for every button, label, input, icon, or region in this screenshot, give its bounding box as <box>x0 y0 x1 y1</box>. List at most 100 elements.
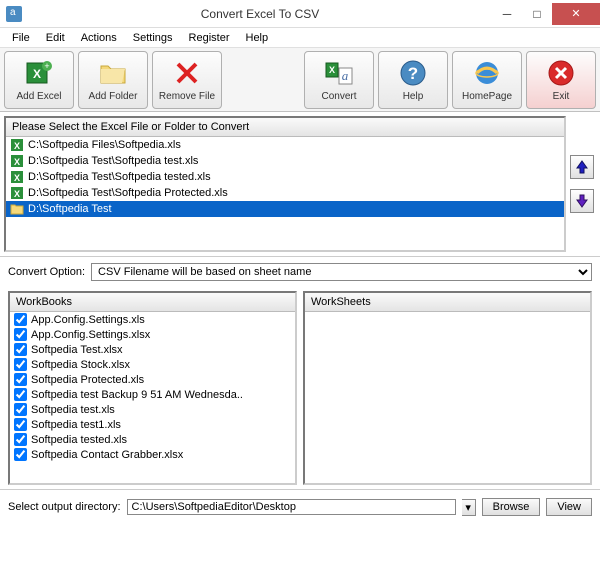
file-list[interactable]: Please Select the Excel File or Folder t… <box>4 116 566 252</box>
excel-file-icon: X <box>10 170 24 184</box>
workbook-name: Softpedia Protected.xls <box>31 374 144 386</box>
svg-text:X: X <box>14 189 20 199</box>
workbook-item[interactable]: Softpedia tested.xls <box>10 432 295 447</box>
menu-edit[interactable]: Edit <box>38 30 73 46</box>
workbook-name: Softpedia Contact Grabber.xlsx <box>31 449 183 461</box>
exit-label: Exit <box>553 91 570 102</box>
move-up-button[interactable] <box>570 155 594 179</box>
svg-text:X: X <box>33 67 41 81</box>
file-list-item[interactable]: D:\Softpedia Test <box>6 201 564 217</box>
workbook-checkbox[interactable] <box>14 433 27 446</box>
convert-button[interactable]: Xa Convert <box>304 51 374 109</box>
menu-actions[interactable]: Actions <box>73 30 125 46</box>
output-row: Select output directory: ▾ Browse View <box>0 489 600 524</box>
svg-text:X: X <box>14 157 20 167</box>
file-list-item-path: D:\Softpedia Test\Softpedia Protected.xl… <box>28 187 228 199</box>
menu-settings[interactable]: Settings <box>125 30 181 46</box>
menu-help[interactable]: Help <box>238 30 277 46</box>
menu-bar: File Edit Actions Settings Register Help <box>0 28 600 48</box>
workbook-checkbox[interactable] <box>14 343 27 356</box>
worksheets-panel: WorkSheets <box>303 291 592 485</box>
workbook-checkbox[interactable] <box>14 418 27 431</box>
workbook-item[interactable]: App.Config.Settings.xlsx <box>10 327 295 342</box>
workbook-name: App.Config.Settings.xlsx <box>31 329 150 341</box>
workbook-name: Softpedia tested.xls <box>31 434 127 446</box>
output-path-dropdown[interactable]: ▾ <box>462 499 476 516</box>
add-folder-label: Add Folder <box>89 91 138 102</box>
file-list-item[interactable]: X D:\Softpedia Test\Softpedia test.xls <box>6 153 564 169</box>
workbook-checkbox[interactable] <box>14 313 27 326</box>
menu-file[interactable]: File <box>4 30 38 46</box>
svg-text:+: + <box>44 61 49 71</box>
convert-option-row: Convert Option: CSV Filename will be bas… <box>0 256 600 287</box>
remove-file-label: Remove File <box>159 91 215 102</box>
workbooks-panel: WorkBooks App.Config.Settings.xlsApp.Con… <box>8 291 297 485</box>
convert-option-select[interactable]: CSV Filename will be based on sheet name <box>91 263 592 281</box>
file-list-item-path: C:\Softpedia Files\Softpedia.xls <box>28 139 181 151</box>
workbook-item[interactable]: Softpedia test Backup 9 51 AM Wednesda.. <box>10 387 295 402</box>
file-list-item[interactable]: X D:\Softpedia Test\Softpedia Protected.x… <box>6 185 564 201</box>
workbook-checkbox[interactable] <box>14 448 27 461</box>
workbook-item[interactable]: Softpedia Contact Grabber.xlsx <box>10 447 295 462</box>
browse-button[interactable]: Browse <box>482 498 541 516</box>
workbook-checkbox[interactable] <box>14 358 27 371</box>
workbook-checkbox[interactable] <box>14 373 27 386</box>
workbook-item[interactable]: Softpedia test.xls <box>10 402 295 417</box>
remove-file-button[interactable]: Remove File <box>152 51 222 109</box>
convert-icon: Xa <box>323 57 355 89</box>
workbook-item[interactable]: Softpedia Stock.xlsx <box>10 357 295 372</box>
window-title: Convert Excel To CSV <box>28 7 492 21</box>
exit-button[interactable]: Exit <box>526 51 596 109</box>
view-button[interactable]: View <box>546 498 592 516</box>
svg-text:X: X <box>329 65 335 75</box>
workbook-checkbox[interactable] <box>14 328 27 341</box>
help-label: Help <box>403 91 424 102</box>
svg-text:?: ? <box>408 64 418 83</box>
add-excel-button[interactable]: X+ Add Excel <box>4 51 74 109</box>
worksheets-header: WorkSheets <box>305 293 590 312</box>
workbook-item[interactable]: Softpedia Test.xlsx <box>10 342 295 357</box>
menu-register[interactable]: Register <box>181 30 238 46</box>
folder-icon <box>10 202 24 216</box>
workbooks-list[interactable]: App.Config.Settings.xls App.Config.Settin… <box>10 312 295 483</box>
homepage-label: HomePage <box>462 91 512 102</box>
move-down-button[interactable] <box>570 189 594 213</box>
output-path-input[interactable] <box>127 499 456 515</box>
maximize-button[interactable] <box>522 3 552 25</box>
file-list-item[interactable]: X C:\Softpedia Files\Softpedia.xls <box>6 137 564 153</box>
file-list-item-path: D:\Softpedia Test <box>28 203 112 215</box>
folder-icon <box>97 57 129 89</box>
title-bar: Convert Excel To CSV <box>0 0 600 28</box>
workbook-item[interactable]: App.Config.Settings.xls <box>10 312 295 327</box>
svg-text:a: a <box>342 68 349 83</box>
add-folder-button[interactable]: Add Folder <box>78 51 148 109</box>
help-icon: ? <box>397 57 429 89</box>
file-list-item-path: D:\Softpedia Test\Softpedia tested.xls <box>28 171 211 183</box>
workbook-checkbox[interactable] <box>14 388 27 401</box>
workbook-name: Softpedia Test.xlsx <box>31 344 123 356</box>
close-button[interactable] <box>552 3 600 25</box>
convert-option-label: Convert Option: <box>8 266 85 278</box>
homepage-button[interactable]: HomePage <box>452 51 522 109</box>
excel-add-icon: X+ <box>23 57 55 89</box>
workbook-name: Softpedia test1.xls <box>31 419 121 431</box>
add-excel-label: Add Excel <box>16 91 61 102</box>
minimize-button[interactable] <box>492 3 522 25</box>
workbook-item[interactable]: Softpedia Protected.xls <box>10 372 295 387</box>
output-label: Select output directory: <box>8 501 121 513</box>
workbook-checkbox[interactable] <box>14 403 27 416</box>
worksheets-list[interactable] <box>305 312 590 483</box>
app-icon <box>6 6 22 22</box>
file-list-item[interactable]: X D:\Softpedia Test\Softpedia tested.xls <box>6 169 564 185</box>
workbook-item[interactable]: Softpedia test1.xls <box>10 417 295 432</box>
excel-file-icon: X <box>10 138 24 152</box>
file-list-header: Please Select the Excel File or Folder t… <box>6 118 564 137</box>
svg-text:X: X <box>14 141 20 151</box>
file-list-item-path: D:\Softpedia Test\Softpedia test.xls <box>28 155 198 167</box>
excel-file-icon: X <box>10 186 24 200</box>
workbook-name: Softpedia test Backup 9 51 AM Wednesda.. <box>31 389 243 401</box>
ie-icon <box>471 57 503 89</box>
toolbar: X+ Add Excel Add Folder Remove File Xa C… <box>0 48 600 112</box>
help-button[interactable]: ? Help <box>378 51 448 109</box>
remove-icon <box>171 57 203 89</box>
